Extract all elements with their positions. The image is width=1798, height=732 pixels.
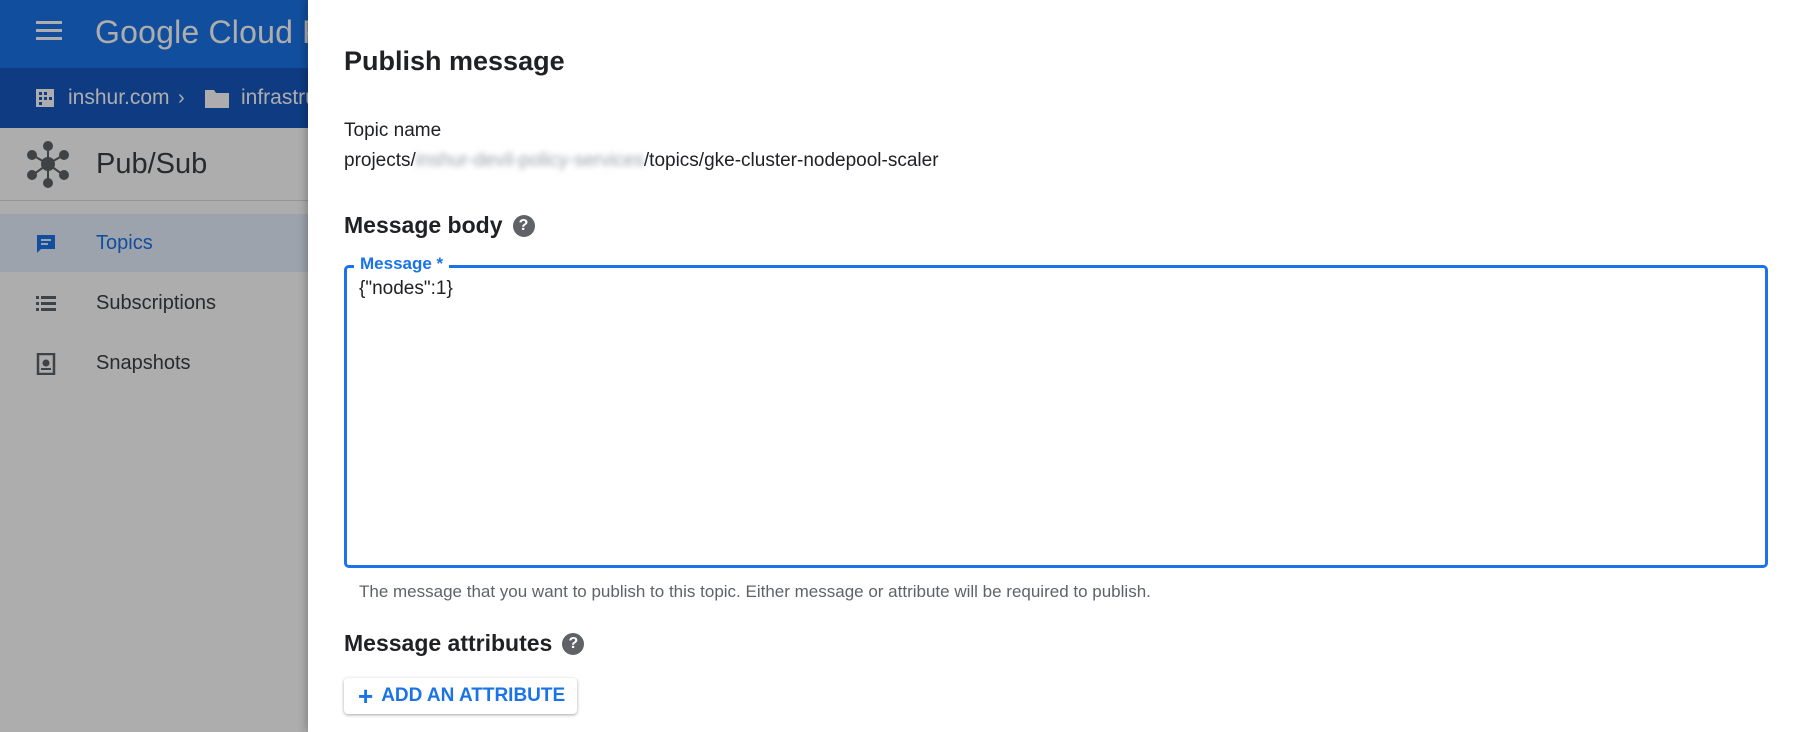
message-attributes-heading: Message attributes ? (344, 630, 585, 657)
message-field[interactable]: Message * {"nodes":1} (344, 254, 1768, 568)
help-icon[interactable]: ? (512, 214, 535, 237)
message-hint: The message that you want to publish to … (359, 582, 1151, 601)
topic-prefix: projects/ (344, 150, 416, 171)
dialog-title: Publish message (344, 46, 565, 76)
add-attribute-button[interactable]: + ADD AN ATTRIBUTE (344, 678, 578, 714)
topic-name-value: projects/inshur-devil-policy-services/to… (344, 150, 939, 172)
plus-icon: + (358, 681, 374, 711)
message-field-label: Message * (354, 254, 450, 274)
message-input[interactable]: {"nodes":1} (359, 278, 1753, 555)
message-body-title: Message body (344, 212, 503, 238)
message-body-heading: Message body ? (344, 212, 535, 239)
help-icon[interactable]: ? (562, 632, 585, 655)
topic-name-label: Topic name (344, 120, 442, 141)
message-attributes-title: Message attributes (344, 630, 553, 656)
topic-project-redacted: inshur-devil-policy-services (415, 150, 644, 171)
publish-message-panel: Publish message Topic name projects/insh… (308, 0, 1798, 732)
add-attribute-label: ADD AN ATTRIBUTE (381, 685, 566, 706)
topic-suffix: /topics/gke-cluster-nodepool-scaler (643, 150, 939, 171)
